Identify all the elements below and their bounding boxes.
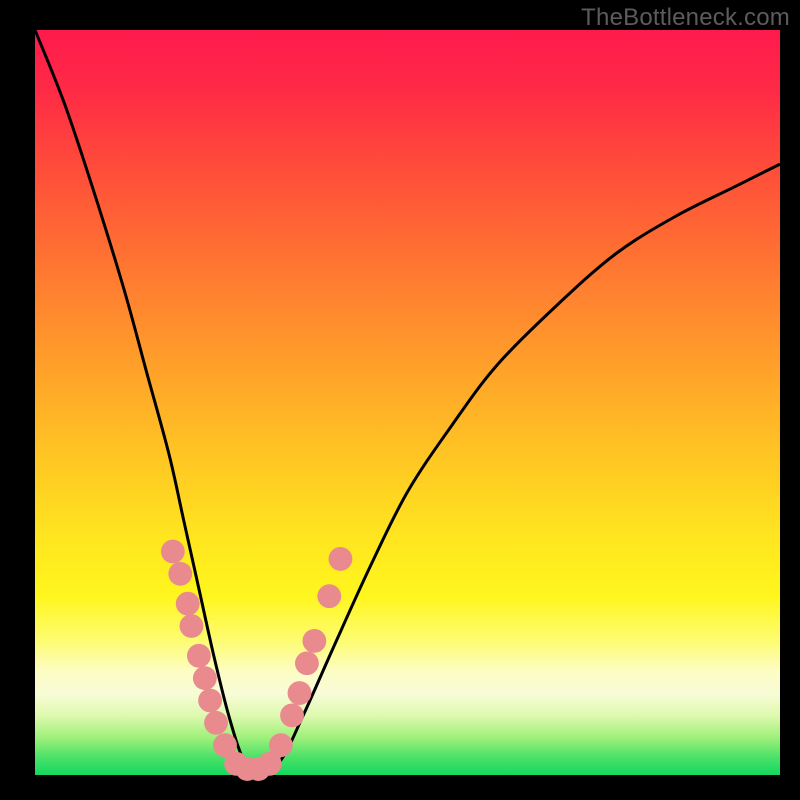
- bottleneck-curve: [35, 30, 780, 775]
- watermark-text: TheBottleneck.com: [581, 4, 790, 32]
- data-marker: [204, 711, 228, 735]
- data-marker: [269, 733, 293, 757]
- data-marker: [176, 592, 200, 616]
- data-marker: [280, 703, 304, 727]
- data-marker: [317, 584, 341, 608]
- plot-area: [35, 30, 780, 775]
- data-marker: [198, 689, 222, 713]
- data-marker: [193, 666, 217, 690]
- marker-group: [161, 540, 352, 781]
- data-marker: [187, 644, 211, 668]
- chart-frame: TheBottleneck.com: [0, 0, 800, 800]
- curve-layer: [35, 30, 780, 775]
- data-marker: [302, 629, 326, 653]
- data-marker: [329, 547, 353, 571]
- data-marker: [180, 614, 204, 638]
- data-marker: [295, 651, 319, 675]
- data-marker: [168, 562, 192, 586]
- data-marker: [288, 681, 312, 705]
- data-marker: [161, 540, 185, 564]
